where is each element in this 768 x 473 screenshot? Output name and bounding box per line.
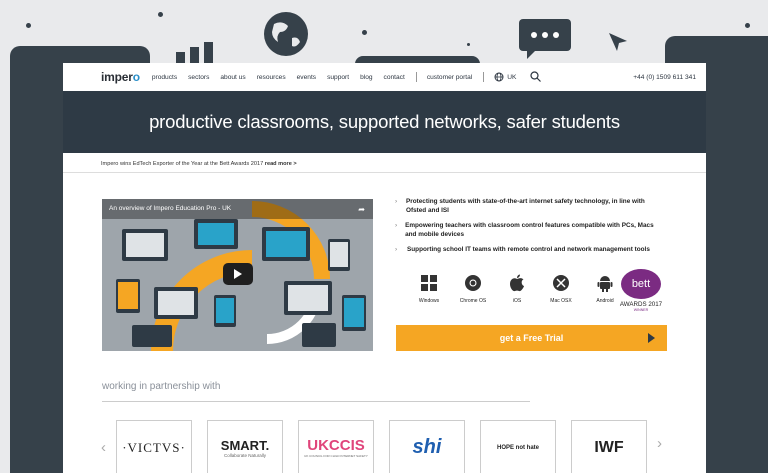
bar-chart-icon (176, 40, 226, 64)
nav-products[interactable]: products (152, 74, 177, 81)
nav-blog[interactable]: blog (360, 74, 372, 81)
region-label: UK (507, 73, 517, 81)
play-button[interactable] (223, 263, 253, 285)
platform-windows: Windows (407, 273, 451, 304)
partner-carousel: ‹ ·VICTVS· SMART. Collaborate Naturally … (101, 420, 662, 473)
bett-award-badge: bett AWARDS 2017 WINNER (616, 269, 666, 312)
free-trial-label: get a Free Trial (499, 333, 564, 343)
platform-chrome-os: Chrome OS (451, 273, 495, 304)
play-arrow-icon (648, 333, 655, 343)
decor-dot (362, 30, 367, 35)
globe-icon (262, 10, 310, 63)
globe-small-icon (494, 72, 504, 82)
decor-dot (467, 43, 470, 46)
partner-logo-victvs[interactable]: ·VICTVS· (116, 420, 192, 473)
nav-support[interactable]: support (327, 74, 349, 81)
impero-logo[interactable]: impero (101, 70, 140, 84)
platform-ios: iOS (495, 273, 539, 304)
apple-icon (507, 273, 527, 293)
cursor-icon (607, 31, 629, 58)
feature-list: › Protecting students with state-of-the-a… (395, 197, 665, 260)
partners-divider (102, 401, 530, 402)
phone-number[interactable]: +44 (0) 1509 611 341 (633, 74, 696, 81)
partners-heading: working in partnership with (102, 381, 221, 392)
list-item: › Empowering teachers with classroom cont… (395, 222, 654, 238)
search-icon[interactable] (530, 70, 542, 84)
partner-logo-shi[interactable]: shi (389, 420, 465, 473)
partner-logo-smart[interactable]: SMART. Collaborate Naturally (207, 420, 283, 473)
hero-banner: productive classrooms, supported network… (63, 91, 706, 153)
bett-logo: bett (621, 269, 661, 299)
nav-customer-portal[interactable]: customer portal (427, 74, 472, 81)
video-title: An overview of Impero Education Pro - UK (109, 205, 232, 212)
award-title: AWARDS 2017 (619, 301, 663, 308)
region-selector[interactable]: UK (494, 72, 516, 82)
chevron-right-icon: › (395, 246, 398, 253)
decor-dot (745, 23, 750, 28)
news-bar: Impero wins EdTech Exporter of the Year … (63, 153, 706, 173)
hero-headline: productive classrooms, supported network… (149, 111, 620, 132)
award-winner: WINNER (633, 308, 649, 312)
nav-events[interactable]: events (297, 74, 316, 81)
decor-dot (158, 12, 163, 17)
chevron-right-icon: › (395, 222, 398, 229)
nav-about-us[interactable]: about us (220, 74, 245, 81)
list-item: › Protecting students with state-of-the-a… (395, 198, 645, 214)
chevron-right-icon: › (395, 198, 398, 205)
video-player[interactable]: An overview of Impero Education Pro - UK… (102, 199, 373, 351)
partner-logo-ukccis[interactable]: UKCCIS UK COUNCIL FOR CHILD INTERNET SAF… (298, 420, 374, 473)
top-nav: impero products sectors about us resourc… (63, 63, 706, 91)
website-frame: impero products sectors about us resourc… (63, 63, 706, 473)
nav-divider (415, 72, 417, 82)
nav-sectors[interactable]: sectors (188, 74, 209, 81)
news-read-more-link[interactable]: read more > (265, 161, 297, 167)
free-trial-button[interactable]: get a Free Trial (396, 325, 667, 351)
carousel-next-icon[interactable]: › (657, 435, 672, 452)
windows-icon (419, 273, 439, 293)
decor-dot (26, 23, 31, 28)
carousel-prev-icon[interactable]: ‹ (101, 439, 116, 456)
news-text: Impero wins EdTech Exporter of the Year … (101, 161, 264, 167)
partner-logo-hope-not-hate[interactable]: HOPE not hate (480, 420, 556, 473)
partner-logo-iwf[interactable]: IWF (571, 420, 647, 473)
chrome-icon (463, 273, 483, 293)
nav-resources[interactable]: resources (257, 74, 286, 81)
platform-mac-osx: Mac OSX (539, 273, 583, 304)
android-icon (595, 273, 615, 293)
nav-divider (483, 72, 485, 82)
chat-bubble-icon (519, 19, 571, 64)
platform-icons: Windows Chrome OS iOS Mac OSX Android (407, 273, 627, 304)
osx-icon (551, 273, 571, 293)
nav-contact[interactable]: contact (384, 74, 405, 81)
share-icon[interactable]: ➦ (358, 205, 365, 214)
list-item: › Supporting school IT teams with remote … (395, 246, 650, 253)
